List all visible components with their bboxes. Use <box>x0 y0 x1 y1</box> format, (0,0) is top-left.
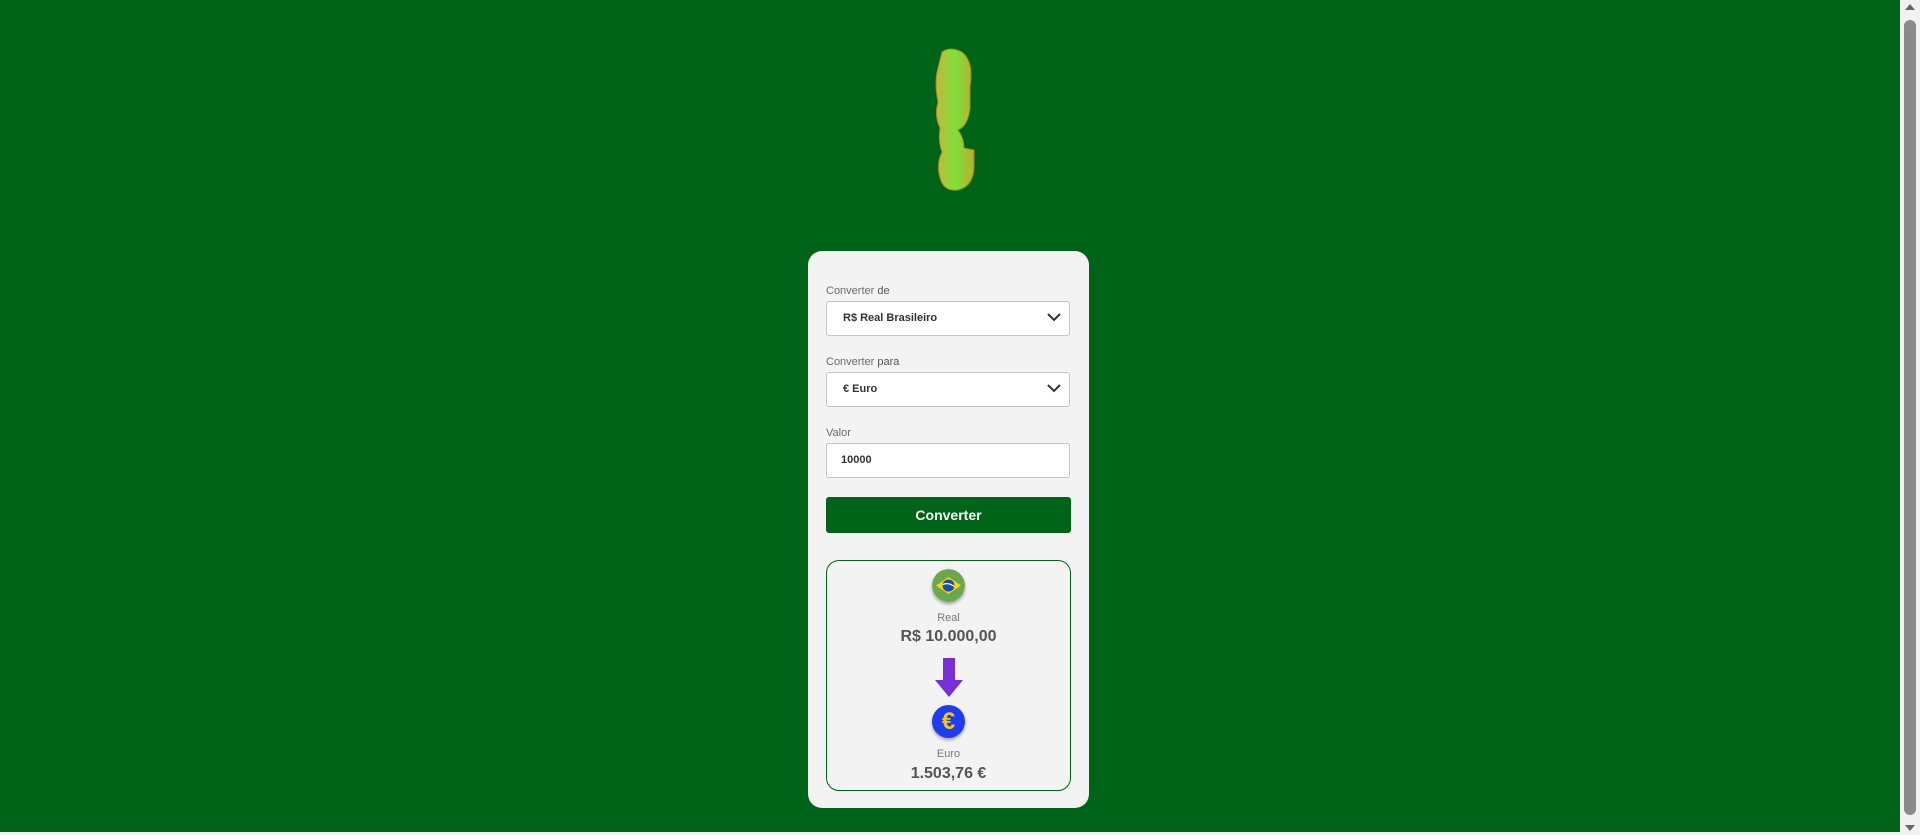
from-currency-value: R$ Real Brasileiro <box>843 312 938 324</box>
converter-card: Converter de R$ Real Brasileiro Converte… <box>808 251 1089 808</box>
convert-button[interactable]: Converter <box>826 497 1071 533</box>
scroll-up-icon[interactable] <box>1905 4 1915 10</box>
vertical-scrollbar[interactable] <box>1900 0 1920 835</box>
from-currency-name: Real <box>937 612 960 624</box>
amount-label: Valor <box>826 427 851 439</box>
euro-coin-icon: € <box>932 705 965 738</box>
to-currency-value: € Euro <box>843 383 878 395</box>
to-currency-select[interactable]: € Euro <box>826 372 1070 407</box>
from-amount: R$ 10.000,00 <box>900 628 997 645</box>
dollar-sign-logo <box>935 48 975 191</box>
to-label: Converter para <box>826 356 900 368</box>
chevron-down-icon <box>1047 384 1061 393</box>
to-currency-name: Euro <box>936 748 961 760</box>
from-label: Converter de <box>826 285 890 297</box>
brazil-flag-icon <box>932 569 965 602</box>
scrollbar-thumb[interactable] <box>1904 20 1916 815</box>
scroll-down-icon[interactable] <box>1905 825 1915 831</box>
arrow-down-icon <box>935 658 963 697</box>
to-amount: 1.503,76 € <box>910 765 987 782</box>
result-box: Real R$ 10.000,00 € Euro 1.503,76 € <box>826 560 1071 791</box>
amount-value: 10000 <box>841 454 872 466</box>
from-currency-select[interactable]: R$ Real Brasileiro <box>826 301 1070 336</box>
chevron-down-icon <box>1047 313 1061 322</box>
amount-input[interactable]: 10000 <box>826 443 1070 478</box>
